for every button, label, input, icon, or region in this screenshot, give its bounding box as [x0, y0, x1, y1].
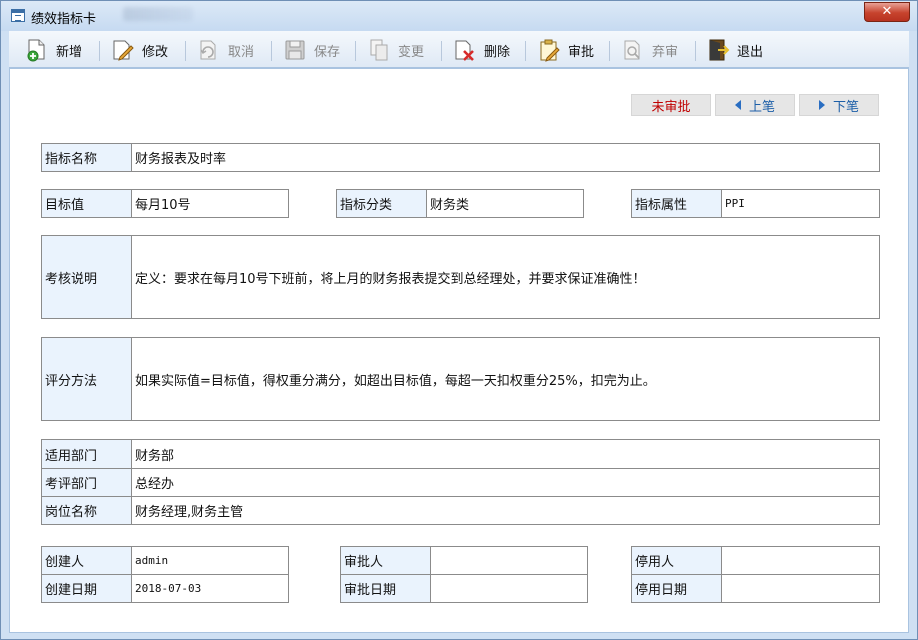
window-title: 绩效指标卡 — [31, 12, 97, 27]
approval-status-button[interactable]: 未审批 — [631, 94, 711, 116]
abandon-search-doc-icon — [621, 38, 645, 62]
change-button[interactable]: 变更 — [367, 36, 424, 64]
department-block: 适用部门 财务部 考评部门 总经办 岗位名称 财务经理,财务主管 — [41, 439, 880, 525]
cancel-label: 取消 — [228, 44, 255, 60]
change-copy-icon — [367, 38, 391, 62]
cancel-document-icon — [197, 38, 221, 62]
new-document-icon — [25, 38, 49, 62]
target-value-row: 目标值 每月10号 — [41, 189, 289, 218]
toolbar-separator — [271, 41, 272, 61]
toolbar: 新增 修改 取消 保存 变更 删除 审批 弃审 退出 — [9, 31, 909, 68]
toolbar-separator — [185, 41, 186, 61]
blurred-title-area — [123, 7, 193, 21]
new-button[interactable]: 新增 — [25, 36, 82, 64]
toolbar-separator — [99, 41, 100, 61]
approved-date-label: 审批日期 — [341, 575, 431, 602]
toolbar-separator — [525, 41, 526, 61]
position-field[interactable]: 财务经理,财务主管 — [132, 497, 879, 524]
cancel-button[interactable]: 取消 — [197, 36, 254, 64]
assessment-label: 考核说明 — [42, 236, 132, 318]
creator-field[interactable]: admin — [132, 547, 288, 574]
new-label: 新增 — [56, 44, 83, 60]
window: 绩效指标卡 ✕ 新增 修改 取消 保存 变更 删除 审批 弃审 退出 未审批 上… — [0, 0, 918, 640]
form-content: 未审批 上笔 下笔 指标名称 财务报表及时率 目标值 每月10号 指标分类 财务… — [9, 68, 909, 633]
triangle-left-icon — [734, 100, 741, 110]
position-label: 岗位名称 — [42, 497, 132, 524]
abandon-approval-label: 弃审 — [652, 44, 679, 60]
edit-label: 修改 — [142, 44, 169, 60]
applicable-dept-field[interactable]: 财务部 — [132, 440, 879, 468]
approver-label: 审批人 — [341, 547, 431, 575]
disabler-field[interactable] — [722, 547, 879, 574]
creator-block: 创建人 admin 创建日期 2018-07-03 — [41, 546, 289, 603]
exit-door-icon — [706, 38, 730, 62]
applicable-dept-label: 适用部门 — [42, 440, 132, 468]
indicator-name-label: 指标名称 — [42, 144, 132, 171]
approve-clipboard-icon — [537, 38, 561, 62]
delete-label: 删除 — [484, 44, 511, 60]
approved-date-field[interactable] — [431, 575, 587, 602]
toolbar-separator — [695, 41, 696, 61]
category-label: 指标分类 — [337, 190, 427, 217]
attribute-field[interactable]: PPI — [722, 190, 879, 217]
previous-record-button[interactable]: 上笔 — [715, 94, 795, 116]
close-button[interactable]: ✕ — [864, 2, 910, 22]
approve-button[interactable]: 审批 — [537, 36, 594, 64]
toolbar-separator — [609, 41, 610, 61]
disabler-row: 停用人 — [632, 547, 879, 575]
disabled-date-row: 停用日期 — [632, 574, 879, 602]
scoring-field[interactable]: 如果实际值=目标值，得权重分满分，如超出目标值，每超一天扣权重分25%，扣完为止… — [132, 338, 879, 420]
creator-label: 创建人 — [42, 547, 132, 575]
indicator-name-field[interactable]: 财务报表及时率 — [132, 144, 879, 171]
save-disk-icon — [283, 38, 307, 62]
approver-row: 审批人 — [341, 547, 587, 575]
save-label: 保存 — [314, 44, 341, 60]
previous-record-label: 上笔 — [748, 99, 775, 115]
scoring-row: 评分方法 如果实际值=目标值，得权重分满分，如超出目标值，每超一天扣权重分25%… — [41, 337, 880, 421]
toolbar-separator — [441, 41, 442, 61]
position-row: 岗位名称 财务经理,财务主管 — [42, 496, 879, 524]
disabled-date-label: 停用日期 — [632, 575, 722, 602]
approver-block: 审批人 审批日期 — [340, 546, 588, 603]
change-label: 变更 — [398, 44, 425, 60]
disabler-block: 停用人 停用日期 — [631, 546, 880, 603]
edit-pencil-icon — [111, 38, 135, 62]
abandon-approval-button[interactable]: 弃审 — [621, 36, 678, 64]
approve-label: 审批 — [568, 44, 595, 60]
review-dept-field[interactable]: 总经办 — [132, 469, 879, 496]
save-button[interactable]: 保存 — [283, 36, 340, 64]
attribute-row: 指标属性 PPI — [631, 189, 880, 218]
delete-button[interactable]: 删除 — [453, 36, 510, 64]
created-date-field[interactable]: 2018-07-03 — [132, 575, 288, 602]
creator-row: 创建人 admin — [42, 547, 288, 575]
indicator-name-row: 指标名称 财务报表及时率 — [41, 143, 880, 172]
applicable-dept-row: 适用部门 财务部 — [42, 440, 879, 468]
next-record-label: 下笔 — [832, 99, 859, 115]
attribute-label: 指标属性 — [632, 190, 722, 217]
assessment-row: 考核说明 定义：要求在每月10号下班前，将上月的财务报表提交到总经理处，并要求保… — [41, 235, 880, 319]
exit-button[interactable]: 退出 — [706, 36, 763, 64]
category-field[interactable]: 财务类 — [427, 190, 583, 217]
triangle-right-icon — [818, 100, 825, 110]
created-date-row: 创建日期 2018-07-03 — [42, 574, 288, 602]
assessment-field[interactable]: 定义：要求在每月10号下班前，将上月的财务报表提交到总经理处，并要求保证准确性！ — [132, 236, 879, 318]
next-record-button[interactable]: 下笔 — [799, 94, 879, 116]
edit-button[interactable]: 修改 — [111, 36, 168, 64]
toolbar-separator — [355, 41, 356, 61]
title-bar[interactable]: 绩效指标卡 — [1, 1, 917, 31]
window-table-icon — [11, 9, 25, 22]
target-value-field[interactable]: 每月10号 — [132, 190, 288, 217]
exit-label: 退出 — [737, 44, 764, 60]
category-row: 指标分类 财务类 — [336, 189, 584, 218]
review-dept-row: 考评部门 总经办 — [42, 468, 879, 496]
target-value-label: 目标值 — [42, 190, 132, 217]
scoring-label: 评分方法 — [42, 338, 132, 420]
delete-x-icon — [453, 38, 477, 62]
approved-date-row: 审批日期 — [341, 574, 587, 602]
approver-field[interactable] — [431, 547, 587, 574]
disabler-label: 停用人 — [632, 547, 722, 575]
disabled-date-field[interactable] — [722, 575, 879, 602]
created-date-label: 创建日期 — [42, 575, 132, 602]
review-dept-label: 考评部门 — [42, 469, 132, 496]
